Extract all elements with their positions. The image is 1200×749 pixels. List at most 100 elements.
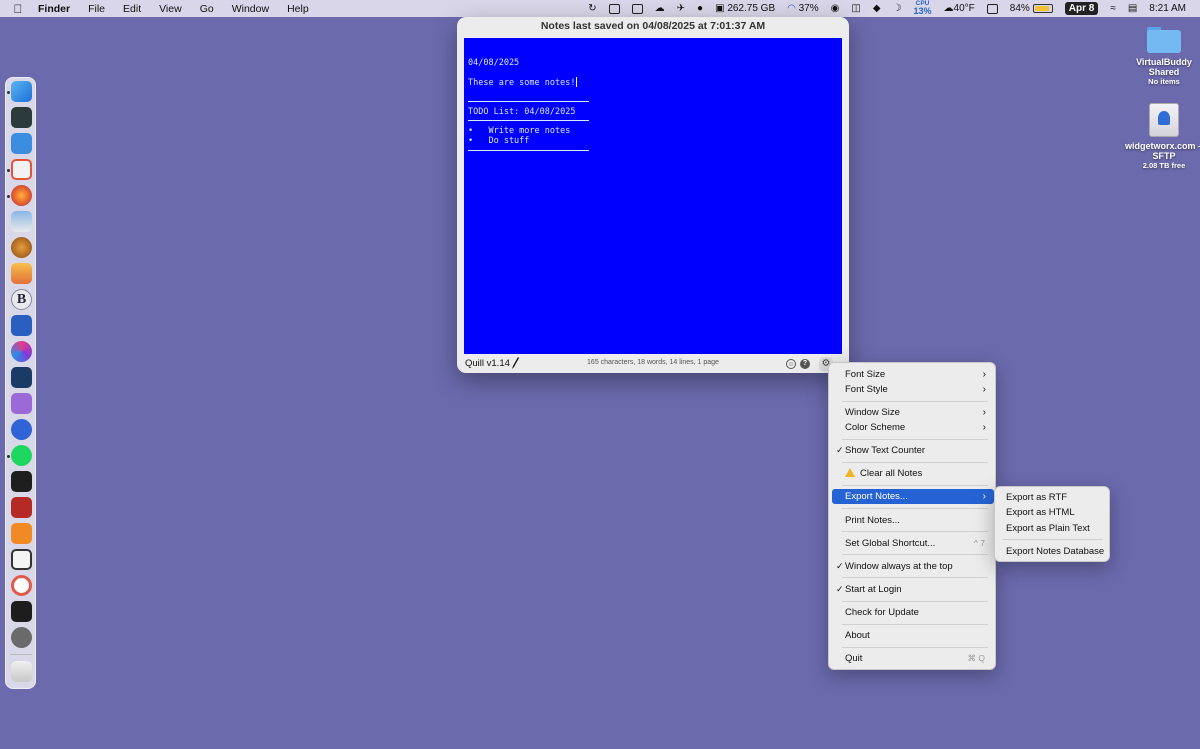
headphones-icon[interactable]: [11, 419, 32, 440]
menu-item-show-text-counter[interactable]: ✓ Show Text Counter: [832, 443, 994, 458]
divider-line: [468, 120, 589, 121]
menu-item-label: About: [845, 630, 870, 641]
clock[interactable]: 8:21 AM: [1149, 3, 1186, 14]
menu-item-label: Print Notes...: [845, 515, 900, 526]
beta-app-icon[interactable]: [11, 523, 32, 544]
menu-item-label: Color Scheme: [845, 422, 906, 433]
activity-monitor-icon[interactable]: [11, 601, 32, 622]
menu-edit[interactable]: Edit: [114, 3, 150, 15]
desktop-item-virtualbuddy[interactable]: VirtualBuddy Shared No items: [1124, 25, 1200, 86]
progress-status[interactable]: ◠ 37%: [787, 3, 819, 14]
menu-finder[interactable]: Finder: [36, 3, 79, 15]
menu-view[interactable]: View: [150, 3, 191, 15]
shield-icon[interactable]: ◉: [831, 3, 840, 14]
menu-item-font-style[interactable]: Font Style ›: [832, 382, 994, 397]
menu-item-export-html[interactable]: Export as HTML: [998, 505, 1108, 520]
word-icon[interactable]: [11, 315, 32, 336]
apple-menu-icon[interactable]: : [0, 2, 36, 16]
desktop-item-sftp-drive[interactable]: widgetworx.com – SFTP 2.08 TB free: [1124, 103, 1200, 170]
network-icon[interactable]: ☁: [655, 3, 665, 14]
menu-item-window-size[interactable]: Window Size ›: [832, 405, 994, 420]
menu-item-clear-all-notes[interactable]: Clear all Notes: [832, 466, 994, 481]
help-icon[interactable]: ?: [800, 359, 810, 369]
menu-item-export-database[interactable]: Export Notes Database: [998, 544, 1108, 559]
menu-item-start-at-login[interactable]: ✓ Start at Login: [832, 582, 994, 597]
warning-icon: [845, 468, 855, 477]
firefox-icon[interactable]: [11, 185, 32, 206]
disk-status[interactable]: ▣ 262.75 GB: [715, 3, 775, 14]
clipboard-icon[interactable]: [986, 3, 998, 14]
diamond-icon[interactable]: ◆: [873, 3, 881, 14]
notes-editor[interactable]: 04/08/2025 These are some notes! TODO Li…: [464, 38, 842, 354]
menu-item-export-notes[interactable]: Export Notes... ›: [832, 489, 994, 504]
screenshot-icon[interactable]: [608, 3, 620, 14]
menu-item-label: Start at Login: [845, 584, 902, 595]
menu-item-label: Export Notes...: [845, 491, 908, 502]
menu-item-always-on-top[interactable]: ✓ Window always at the top: [832, 559, 994, 574]
ring-app-icon[interactable]: [11, 575, 32, 596]
xcode-tools-icon[interactable]: [11, 133, 32, 154]
desktop-item-sub: No items: [1148, 77, 1180, 86]
menu-help[interactable]: Help: [278, 3, 318, 15]
menu-item-color-scheme[interactable]: Color Scheme ›: [832, 420, 994, 435]
menu-item-label: Clear all Notes: [860, 468, 923, 479]
menu-item-quit[interactable]: Quit ⌘ Q: [832, 651, 994, 666]
dock-running-dot: [7, 91, 10, 94]
weather-value: 40°F: [953, 3, 975, 14]
screen-sharing-icon[interactable]: [11, 211, 32, 232]
settings-menu: Font Size › Font Style › Window Size › Colo…: [828, 362, 996, 670]
menu-go[interactable]: Go: [191, 3, 223, 15]
bbedit-icon[interactable]: B: [11, 289, 32, 310]
progress-value: 37%: [798, 3, 819, 14]
acorn-icon[interactable]: [11, 237, 32, 258]
divider-line: [468, 150, 589, 151]
home-icon[interactable]: [11, 263, 32, 284]
downloader-icon[interactable]: [11, 393, 32, 414]
smiley-icon[interactable]: ☺: [786, 359, 796, 369]
brave-browser-icon[interactable]: [11, 159, 32, 180]
text-cursor: [576, 77, 578, 87]
menu-file[interactable]: File: [79, 3, 114, 15]
drop-icon[interactable]: ●: [697, 3, 703, 14]
menu-item-check-update[interactable]: Check for Update: [832, 605, 994, 620]
cpu-meter[interactable]: CPU 13%: [914, 0, 932, 16]
dock-running-dot: [7, 169, 10, 172]
sync-icon[interactable]: ↻: [588, 3, 596, 14]
image-icon[interactable]: [631, 3, 643, 14]
spotify-icon[interactable]: [11, 445, 32, 466]
menu-item-print-notes[interactable]: Print Notes...: [832, 513, 994, 528]
trash-icon[interactable]: [11, 661, 32, 682]
menu-item-label: Font Size: [845, 369, 886, 380]
menu-window[interactable]: Window: [223, 3, 278, 15]
menu-separator: [842, 577, 988, 578]
menu-item-label: Show Text Counter: [845, 445, 926, 456]
moon-icon[interactable]: ☽: [893, 3, 902, 14]
airplane-icon[interactable]: ✈: [677, 3, 685, 14]
menu-item-global-shortcut[interactable]: Set Global Shortcut... ^ 7: [832, 536, 994, 551]
stack-app-icon[interactable]: [11, 549, 32, 570]
arc-browser-icon[interactable]: [11, 341, 32, 362]
menu-item-label: Export as Plain Text: [1006, 523, 1090, 534]
desktop-item-sub: 2.08 TB free: [1142, 161, 1186, 170]
date-badge[interactable]: Apr 8: [1064, 2, 1099, 15]
lab-icon[interactable]: [11, 107, 32, 128]
disk-utility-icon[interactable]: [11, 497, 32, 518]
trash-icon[interactable]: ◫: [851, 3, 860, 14]
menu-item-label: Set Global Shortcut...: [845, 538, 936, 549]
system-settings-icon[interactable]: [11, 627, 32, 648]
menu-separator: [842, 647, 988, 648]
menu-item-export-rtf[interactable]: Export as RTF: [998, 490, 1108, 505]
weather-status[interactable]: ☁ 40°F: [944, 3, 975, 14]
terminal-icon[interactable]: [11, 471, 32, 492]
menu-item-export-plain-text[interactable]: Export as Plain Text: [998, 521, 1108, 536]
menu-item-about[interactable]: About: [832, 628, 994, 643]
battery-status[interactable]: 84%: [1010, 3, 1053, 14]
finder-icon[interactable]: [11, 81, 32, 102]
window-title: Notes last saved on 04/08/2025 at 7:01:3…: [540, 20, 766, 32]
menu-item-font-size[interactable]: Font Size ›: [832, 367, 994, 382]
wifi-icon[interactable]: ≈: [1110, 3, 1116, 14]
video-player-icon[interactable]: [11, 367, 32, 388]
todo-item: • Write more notes: [468, 126, 571, 136]
todo-item: • Do stuff: [468, 136, 530, 146]
control-center-icon[interactable]: ▤: [1128, 3, 1137, 14]
